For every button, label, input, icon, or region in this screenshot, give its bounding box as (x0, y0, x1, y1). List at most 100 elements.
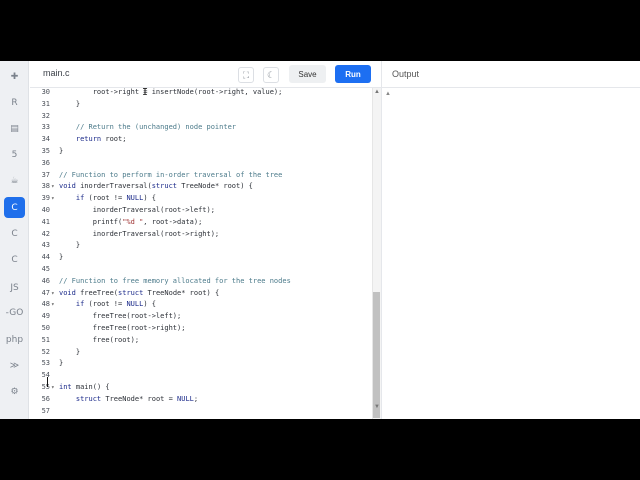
code-text: // Function to free memory allocated for… (59, 276, 291, 285)
language-python-icon[interactable]: ✚ (4, 66, 25, 87)
language-php-icon[interactable]: php (4, 329, 25, 350)
code-line[interactable]: 31 } (30, 99, 372, 111)
code-line[interactable]: 44} (30, 252, 372, 264)
code-text: } (59, 241, 81, 250)
code-line[interactable]: 47 ▾ void freeTree(struct TreeNode* root) … (30, 288, 372, 300)
code-line[interactable]: 33 // Return the (unchanged) node pointe… (30, 122, 372, 134)
mouse-ibeam-cursor: I (142, 87, 149, 98)
language-java-icon[interactable]: ☕ (4, 170, 25, 191)
line-number: 52 (41, 347, 50, 356)
fold-toggle-icon[interactable]: ▾ (51, 382, 57, 394)
code-text: int main() { (59, 383, 110, 391)
code-line[interactable]: 46 // Function to free memory allocated f… (30, 276, 372, 288)
code-line[interactable]: 37 // Function to perform in-order traver… (30, 170, 372, 182)
line-number: 34 (41, 135, 50, 144)
code-line[interactable]: 39 ▾ if (root != NULL) { (30, 193, 372, 205)
line-number: 45 (41, 265, 50, 273)
code-text: // Return the (unchanged) node pointer (59, 123, 237, 132)
language-sidebar: ✚ R ▤ 5 ☕ C C C JS -GO php ≫ ⚙ (0, 61, 29, 419)
language-swift-icon[interactable]: ≫ (4, 355, 25, 376)
line-number: 50 (41, 324, 50, 332)
code-line[interactable]: 38 ▾ void inorderTraversal(struct TreeNode… (30, 181, 372, 193)
line-number: 46 (41, 276, 50, 285)
line-number: 47 (41, 288, 50, 297)
output-header: Output (381, 61, 640, 88)
code-line[interactable]: 49 freeTree(root->left); (30, 311, 372, 323)
dark-mode-icon[interactable]: ☾ (263, 67, 279, 83)
code-line[interactable]: 55 ▾ int main() { (30, 382, 372, 394)
scroll-down-icon[interactable]: ▼ (374, 404, 380, 410)
line-number: 41 (41, 217, 50, 226)
file-tab[interactable]: main.c (43, 68, 70, 78)
save-button[interactable]: Save (289, 65, 326, 83)
line-number: 40 (41, 206, 50, 214)
output-panel: ▲ (381, 88, 640, 419)
text-caret (47, 377, 48, 387)
language-csharp-icon[interactable]: C (4, 249, 25, 270)
language-js-icon[interactable]: JS (4, 277, 25, 298)
code-text: printf("%d ", root->data); (59, 217, 203, 226)
fold-toggle-icon[interactable]: ▾ (51, 288, 57, 300)
code-line[interactable]: 51 free(root); (30, 335, 372, 347)
code-line[interactable]: 36 (30, 158, 372, 170)
language-html-icon[interactable]: 5 (4, 144, 25, 165)
code-text: if (root != NULL) { (75, 300, 156, 309)
output-scroll-up-icon[interactable]: ▲ (385, 91, 391, 97)
code-line[interactable]: 43 } (30, 240, 372, 252)
code-line[interactable]: 52 } (30, 347, 372, 359)
output-title: Output (392, 69, 420, 79)
line-number: 35 (41, 147, 50, 155)
code-line[interactable]: 57 (30, 406, 372, 418)
language-go-icon[interactable]: -GO (4, 302, 25, 323)
line-number: 49 (41, 312, 50, 321)
editor-scrollbar-thumb[interactable] (373, 292, 380, 418)
code-text: struct TreeNode* root = NULL; (75, 394, 199, 403)
code-text: void inorderTraversal(struct TreeNode* r… (59, 182, 253, 191)
language-cpp-icon[interactable]: C (4, 223, 25, 244)
language-sql-icon[interactable]: ▤ (4, 118, 25, 139)
line-number: 42 (41, 229, 50, 238)
run-button[interactable]: Run (335, 65, 371, 83)
line-number: 43 (41, 241, 50, 250)
code-line[interactable]: 50 freeTree(root->right); (30, 323, 372, 335)
code-line[interactable]: 40 inorderTraversal(root->left); (30, 205, 372, 217)
code-line[interactable]: 48 ▾ if (root != NULL) { (30, 299, 372, 311)
scroll-up-icon[interactable]: ▲ (374, 89, 380, 95)
code-text: } (59, 347, 81, 356)
line-number: 31 (41, 99, 50, 108)
fold-toggle-icon[interactable]: ▾ (51, 193, 57, 205)
code-text: return root; (75, 135, 127, 144)
code-line[interactable]: 45 (30, 264, 372, 276)
code-line[interactable]: 56 struct TreeNode* root = NULL; (30, 394, 372, 406)
fold-toggle-icon[interactable]: ▾ (51, 181, 57, 193)
line-number: 30 (41, 88, 50, 96)
code-line[interactable]: 42 inorderTraversal(root->right); (30, 229, 372, 241)
code-text: } (59, 99, 81, 108)
fullscreen-icon[interactable]: ⛶ (238, 67, 254, 83)
language-rust-icon[interactable]: ⚙ (4, 381, 25, 402)
code-line[interactable]: 35} (30, 146, 372, 158)
code-line[interactable]: 41 printf("%d ", root->data); (30, 217, 372, 229)
language-c-icon[interactable]: C (4, 197, 25, 218)
code-line[interactable]: 34 return root; (30, 134, 372, 146)
code-text: // Function to perform in-order traversa… (59, 170, 283, 179)
fold-toggle-icon[interactable]: ▾ (51, 299, 57, 311)
code-text: inorderTraversal(root->right); (59, 229, 220, 238)
code-text: inorderTraversal(root->left); (59, 206, 215, 214)
code-text: if (root != NULL) { (75, 194, 156, 203)
line-number: 56 (41, 394, 50, 403)
code-text: } (59, 359, 64, 368)
language-r-icon[interactable]: R (4, 92, 25, 113)
code-text: root->right = insertNode(root->right, va… (59, 88, 283, 96)
code-line[interactable]: 30 root->right = insertNode(root->right,… (30, 88, 372, 99)
line-number: 53 (41, 359, 50, 368)
code-line[interactable]: 54 (30, 370, 372, 382)
code-text: void freeTree(struct TreeNode* root) { (59, 288, 220, 297)
code-line[interactable]: 32 (30, 111, 372, 123)
line-number: 44 (41, 253, 50, 262)
code-line[interactable]: 53} (30, 358, 372, 370)
code-editor[interactable]: 30 root->right = insertNode(root->right,… (30, 88, 372, 419)
online-compiler: ✚ R ▤ 5 ☕ C C C JS -GO php ≫ ⚙ main.c ⛶ ☾ Save Run 3… (0, 61, 640, 419)
line-number: 33 (41, 123, 50, 132)
code-text: freeTree(root->left); (59, 312, 182, 321)
